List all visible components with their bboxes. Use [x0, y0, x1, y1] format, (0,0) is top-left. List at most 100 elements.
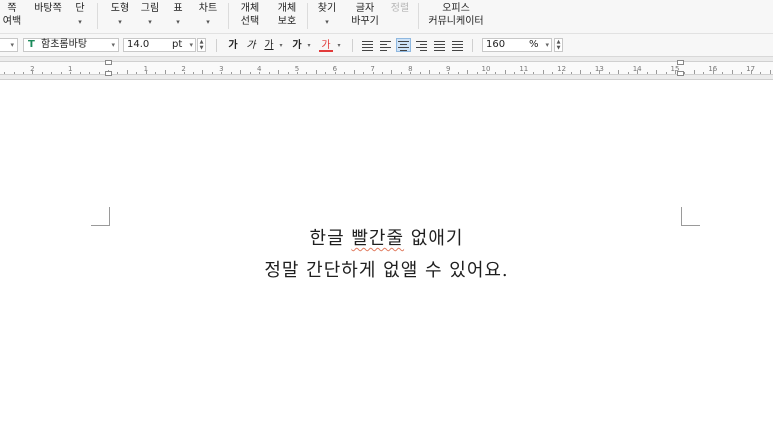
ribbon-column-button[interactable]: 단 ▾	[73, 2, 87, 29]
ruler-tick	[732, 70, 733, 74]
ruler-tick	[609, 72, 610, 74]
line2-text: 정말 간단하게 없앨 수 있어요.	[264, 260, 509, 281]
ribbon-chart-button[interactable]: 차트 ▾	[196, 2, 220, 29]
ribbon-picture-sublabel: ▾	[138, 15, 162, 29]
underline-dropdown[interactable]: ▾	[277, 39, 285, 52]
left-margin-marker[interactable]	[105, 71, 112, 76]
ruler-tick	[722, 72, 723, 74]
ruler-tick	[439, 72, 440, 74]
ruler-tick	[770, 70, 771, 74]
ruler-tick	[269, 72, 270, 74]
ruler-tick	[713, 70, 714, 74]
ruler-tick	[656, 70, 657, 74]
ribbon-background-button[interactable]: 바탕쪽	[33, 2, 63, 15]
right-margin-marker[interactable]	[677, 71, 684, 76]
ruler-tick	[505, 70, 506, 74]
underline-button[interactable]: 가	[262, 39, 276, 52]
ribbon-object-select-button[interactable]: 개체 선택	[238, 2, 262, 28]
ribbon-find-label: 찾기	[317, 3, 337, 14]
chevron-down-icon: ▾	[78, 18, 82, 26]
ruler-tick	[70, 72, 71, 74]
ribbon-object-protect-button[interactable]: 개체 보호	[274, 2, 300, 28]
font-color-button[interactable]: 가	[319, 39, 333, 52]
ruler-tick	[288, 72, 289, 74]
font-color-dropdown[interactable]: ▾	[335, 39, 343, 52]
document-page[interactable]: 한글 빨간줄 없애기 정말 간단하게 없앨 수 있어요.	[0, 80, 773, 437]
ribbon-replace-text-sublabel: 바꾸기	[351, 16, 379, 27]
ribbon-find-button[interactable]: 찾기 ▾	[316, 2, 338, 29]
bold-button[interactable]: 가	[226, 39, 240, 52]
ruler-tick	[599, 70, 600, 74]
ruler-tick	[429, 70, 430, 74]
align-left-button[interactable]	[379, 39, 392, 51]
ruler-scale: 2 1 1 2 3 4 5 6 7 8 9 10 11 12 13 14 15 16 17	[0, 61, 773, 75]
ribbon-picture-label: 그림	[140, 3, 160, 14]
align-right-button[interactable]	[415, 39, 428, 51]
italic-button[interactable]: 가	[244, 39, 258, 52]
ruler-tick	[363, 72, 364, 74]
ruler-tick	[231, 72, 232, 74]
ruler-tick	[533, 72, 534, 74]
align-justify-button[interactable]	[361, 39, 374, 51]
ribbon-picture-button[interactable]: 그림 ▾	[138, 2, 162, 29]
font-name-dropdown[interactable]: T 함초롬바탕 ▾	[23, 38, 119, 52]
chevron-down-icon: ▾	[325, 18, 329, 26]
align-split-button[interactable]	[451, 39, 464, 51]
ribbon-column-sublabel: ▾	[73, 15, 87, 29]
ruler-tick	[751, 70, 752, 74]
chevron-down-icon: ▾	[118, 18, 122, 26]
ruler-tick	[741, 72, 742, 74]
ruler-tick	[477, 72, 478, 74]
ribbon-table-sublabel: ▾	[170, 15, 186, 29]
ribbon-object-protect-sublabel: 보호	[277, 16, 297, 27]
document-line-1[interactable]: 한글 빨간줄 없애기	[0, 224, 773, 250]
font-name-value: 함초롬바탕	[41, 39, 88, 50]
ruler-tick	[448, 72, 449, 74]
ribbon-shape-label: 도형	[110, 3, 130, 14]
zoom-stepper[interactable]: ▲ ▼	[554, 38, 563, 52]
ruler-tick	[89, 72, 90, 74]
strikethrough-button[interactable]: 가	[290, 39, 304, 52]
separator	[418, 3, 419, 29]
left-indent-marker[interactable]	[105, 60, 112, 65]
align-center-button[interactable]	[396, 38, 411, 52]
spellcheck-flagged-word[interactable]: 빨간줄	[351, 228, 404, 249]
align-distribute-button[interactable]	[433, 39, 446, 51]
font-size-stepper[interactable]: ▲ ▼	[197, 38, 206, 52]
ruler-tick	[42, 72, 43, 74]
ruler-tick	[571, 72, 572, 74]
ruler-tick	[637, 70, 638, 74]
ruler-tick	[221, 72, 222, 74]
ruler-tick	[382, 72, 383, 74]
horizontal-ruler[interactable]: 2 1 1 2 3 4 5 6 7 8 9 10 11 12 13 14 15 16 17	[0, 57, 773, 80]
ruler-tick	[420, 72, 421, 74]
font-size-unit: pt	[172, 39, 183, 50]
ruler-tick	[155, 72, 156, 74]
ruler-tick	[543, 70, 544, 74]
ruler-tick	[23, 72, 24, 74]
zoom-field[interactable]: 160 % ▾	[482, 38, 552, 52]
ribbon-object-select-sublabel: 선택	[240, 16, 260, 27]
ribbon-replace-text-button[interactable]: 글자 바꾸기	[348, 2, 382, 28]
ruler-tick	[391, 70, 392, 74]
ruler-tick	[32, 70, 33, 74]
ruler-tick	[666, 72, 667, 74]
strikethrough-dropdown[interactable]: ▾	[305, 39, 313, 52]
ribbon-table-button[interactable]: 표 ▾	[170, 2, 186, 29]
ruler-tick	[514, 72, 515, 74]
separator	[472, 39, 473, 52]
ribbon-shape-button[interactable]: 도형 ▾	[108, 2, 132, 29]
line1-text-b: 없애기	[404, 228, 464, 249]
ribbon-office-communicator-button[interactable]: 오피스 커뮤니케이터	[428, 2, 484, 28]
ruler-tick	[647, 72, 648, 74]
ribbon-sort-label: 정렬	[390, 3, 410, 14]
font-size-field[interactable]: 14.0 pt ▾	[123, 38, 196, 52]
ribbon-margin-button[interactable]: 쪽 여백	[0, 2, 24, 28]
document-line-2[interactable]: 정말 간단하게 없앨 수 있어요.	[0, 256, 773, 282]
ribbon-chart-sublabel: ▾	[196, 15, 220, 29]
style-dropdown[interactable]: ▾	[0, 38, 18, 52]
right-indent-marker[interactable]	[677, 60, 684, 65]
ruler-tick	[117, 72, 118, 74]
ruler-tick	[684, 72, 685, 74]
ruler-tick	[240, 70, 241, 74]
